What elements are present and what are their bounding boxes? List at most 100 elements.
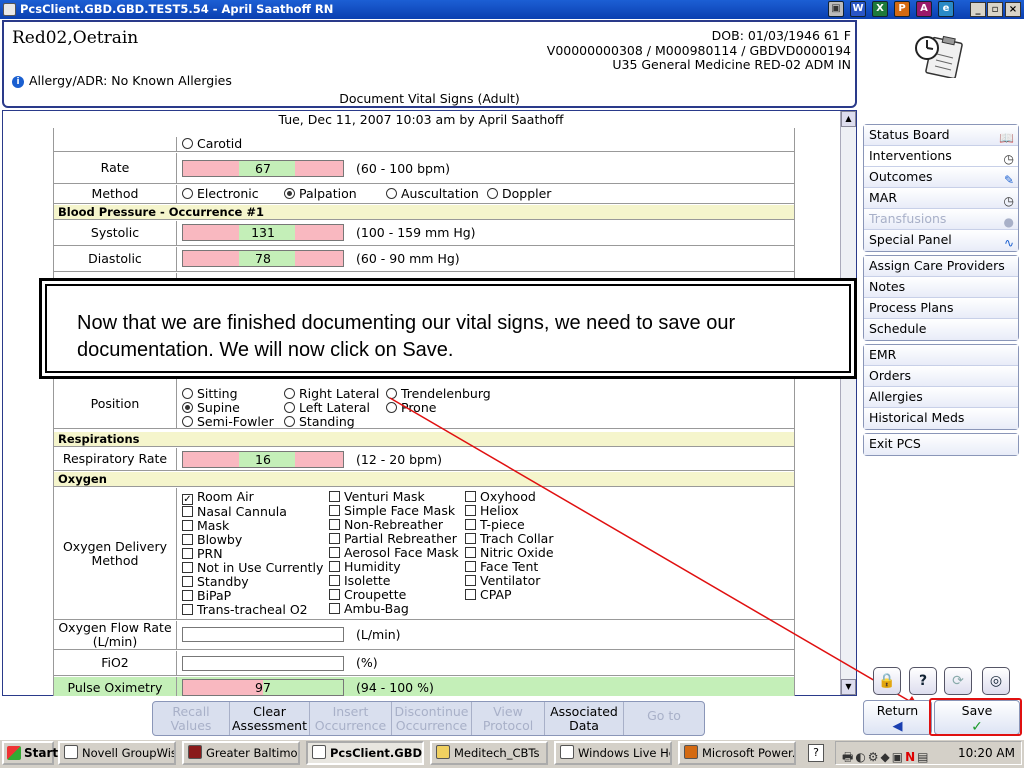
resp-rate-range-bar[interactable]: 16: [182, 451, 344, 468]
nav-group-main: Status Board 📖 Interventions ◷ Outcomes ✎ M…: [863, 124, 1019, 252]
nav-process-plans[interactable]: Process Plans: [864, 298, 1018, 319]
nav-schedule[interactable]: Schedule: [864, 319, 1018, 340]
nav-special-panel[interactable]: Special Panel ∿: [864, 230, 1018, 251]
nav-orders[interactable]: Orders: [864, 366, 1018, 387]
checkbox-icon: [182, 534, 193, 545]
o2-croupette[interactable]: Croupette: [329, 588, 459, 602]
nav-notes[interactable]: Notes: [864, 277, 1018, 298]
o2-room-air[interactable]: ✓ Room Air: [182, 490, 323, 505]
o2-nitric-oxide[interactable]: Nitric Oxide: [465, 546, 554, 560]
nav-outcomes[interactable]: Outcomes ✎: [864, 167, 1018, 188]
help-icon[interactable]: ?: [909, 667, 937, 695]
o2-oxyhood[interactable]: Oxyhood: [465, 490, 554, 504]
access-icon[interactable]: A: [916, 1, 932, 17]
o2-not-in-use[interactable]: Not in Use Currently: [182, 561, 323, 575]
position-left-lateral[interactable]: Left Lateral: [284, 400, 370, 415]
clear-assessment-button[interactable]: Clear Assessment: [230, 702, 310, 735]
fio2-input[interactable]: [182, 656, 344, 671]
taskbar-meditech[interactable]: Meditech_CBTs: [430, 741, 548, 765]
o2-non-rebreather[interactable]: Non-Rebreather: [329, 518, 459, 532]
close-icon[interactable]: ×: [1005, 2, 1021, 17]
allergy-text: Allergy/ADR: No Known Allergies: [29, 73, 232, 88]
position-right-lateral[interactable]: Right Lateral: [284, 386, 379, 401]
groupwise-icon: [64, 745, 78, 759]
position-standing[interactable]: Standing: [284, 414, 355, 429]
method-auscultation[interactable]: Auscultation: [386, 186, 479, 201]
position-label: Position: [54, 379, 177, 428]
return-button[interactable]: Return ◀: [863, 700, 932, 735]
flow-rate-input[interactable]: [182, 627, 344, 642]
tray-icons[interactable]: 🖶◐⚙◆▣N▤: [842, 746, 931, 768]
carotid-option[interactable]: Carotid: [182, 137, 242, 151]
resp-rate-row: Respiratory Rate 16 (12 - 20 bpm): [54, 448, 794, 471]
document-icon: [560, 745, 574, 759]
nav-allergies[interactable]: Allergies: [864, 387, 1018, 408]
o2-venturi-mask[interactable]: Venturi Mask: [329, 490, 459, 504]
o2-partial-rebreather[interactable]: Partial Rebreather: [329, 532, 459, 546]
restore-icon[interactable]: ▫: [987, 2, 1003, 17]
nav-mar[interactable]: MAR ◷: [864, 188, 1018, 209]
method-electronic[interactable]: Electronic: [182, 186, 259, 201]
bp-section-header: Blood Pressure - Occurrence #1: [54, 205, 794, 220]
o2-nasal-cannula[interactable]: Nasal Cannula: [182, 505, 323, 519]
nav-emr[interactable]: EMR: [864, 345, 1018, 366]
o2-ventilator[interactable]: Ventilator: [465, 574, 554, 588]
o2-ambu-bag[interactable]: Ambu-Bag: [329, 602, 459, 616]
pcs-icon[interactable]: ▣: [828, 1, 844, 17]
o2-isolette[interactable]: Isolette: [329, 574, 459, 588]
associated-data-button[interactable]: Associated Data: [545, 702, 624, 735]
rate-range-bar[interactable]: 67: [182, 160, 344, 177]
nav-interventions[interactable]: Interventions ◷: [864, 146, 1018, 167]
nav-exit-pcs[interactable]: Exit PCS: [864, 434, 1018, 455]
o2-blowby[interactable]: Blowby: [182, 533, 323, 547]
word-icon[interactable]: W: [850, 1, 866, 17]
scroll-up-icon[interactable]: ▲: [841, 111, 856, 127]
o2-mask[interactable]: Mask: [182, 519, 323, 533]
search-icon[interactable]: ◎: [982, 667, 1010, 695]
method-palpation[interactable]: Palpation: [284, 186, 357, 201]
scroll-down-icon[interactable]: ▼: [841, 679, 856, 695]
taskbar-windows-live[interactable]: Windows Live Ho...: [554, 741, 672, 765]
position-trendelenburg[interactable]: Trendelenburg: [386, 386, 491, 401]
taskbar-baltimore[interactable]: Greater Baltimor...: [182, 741, 300, 765]
o2-simple-face-mask[interactable]: Simple Face Mask: [329, 504, 459, 518]
start-button[interactable]: Start: [2, 741, 58, 765]
minimize-icon[interactable]: _: [970, 2, 986, 17]
o2-cpap[interactable]: CPAP: [465, 588, 554, 602]
systolic-range-bar[interactable]: 131: [182, 224, 344, 241]
allergy-line: i Allergy/ADR: No Known Allergies: [12, 73, 232, 88]
nav-assign-care-providers[interactable]: Assign Care Providers: [864, 256, 1018, 277]
nav-historical-meds[interactable]: Historical Meds: [864, 408, 1018, 429]
o2-humidity[interactable]: Humidity: [329, 560, 459, 574]
o2-bipap[interactable]: BiPaP: [182, 589, 323, 603]
o2-trach-collar[interactable]: Trach Collar: [465, 532, 554, 546]
o2-trans-tracheal[interactable]: Trans-tracheal O2: [182, 603, 323, 617]
document-title: Document Vital Signs (Adult): [339, 91, 520, 106]
taskbar-powerpoint[interactable]: Microsoft Power...: [678, 741, 796, 765]
o2-t-piece[interactable]: T-piece: [465, 518, 554, 532]
o2-aerosol-face-mask[interactable]: Aerosol Face Mask: [329, 546, 459, 560]
powerpoint-icon[interactable]: P: [894, 1, 910, 17]
lock-icon[interactable]: 🔒: [873, 667, 901, 695]
position-sitting[interactable]: Sitting: [182, 386, 238, 401]
position-supine[interactable]: Supine: [182, 400, 240, 415]
vertical-scrollbar[interactable]: ▲ ▼: [840, 111, 856, 695]
help-tray-icon[interactable]: ?: [808, 744, 824, 762]
browser-icon[interactable]: e: [938, 1, 954, 17]
nav-status-board[interactable]: Status Board 📖: [864, 125, 1018, 146]
taskbar-pcsclient[interactable]: PcsClient.GBD....: [306, 741, 424, 765]
taskbar-groupwise[interactable]: Novell GroupWis...: [58, 741, 176, 765]
excel-icon[interactable]: X: [872, 1, 888, 17]
o2-prn[interactable]: PRN: [182, 547, 323, 561]
diastolic-range-bar[interactable]: 78: [182, 250, 344, 267]
o2-standby[interactable]: Standby: [182, 575, 323, 589]
o2-face-tent[interactable]: Face Tent: [465, 560, 554, 574]
position-prone[interactable]: Prone: [386, 400, 436, 415]
position-semi-fowler[interactable]: Semi-Fowler: [182, 414, 274, 429]
diastolic-row: Diastolic 78 (60 - 90 mm Hg): [54, 247, 794, 272]
fio2-unit: (%): [356, 655, 378, 670]
method-doppler[interactable]: Doppler: [487, 186, 551, 201]
o2-heliox[interactable]: Heliox: [465, 504, 554, 518]
pulse-ox-range-bar[interactable]: 97: [182, 679, 344, 696]
recall-values-button: Recall Values: [153, 702, 230, 735]
